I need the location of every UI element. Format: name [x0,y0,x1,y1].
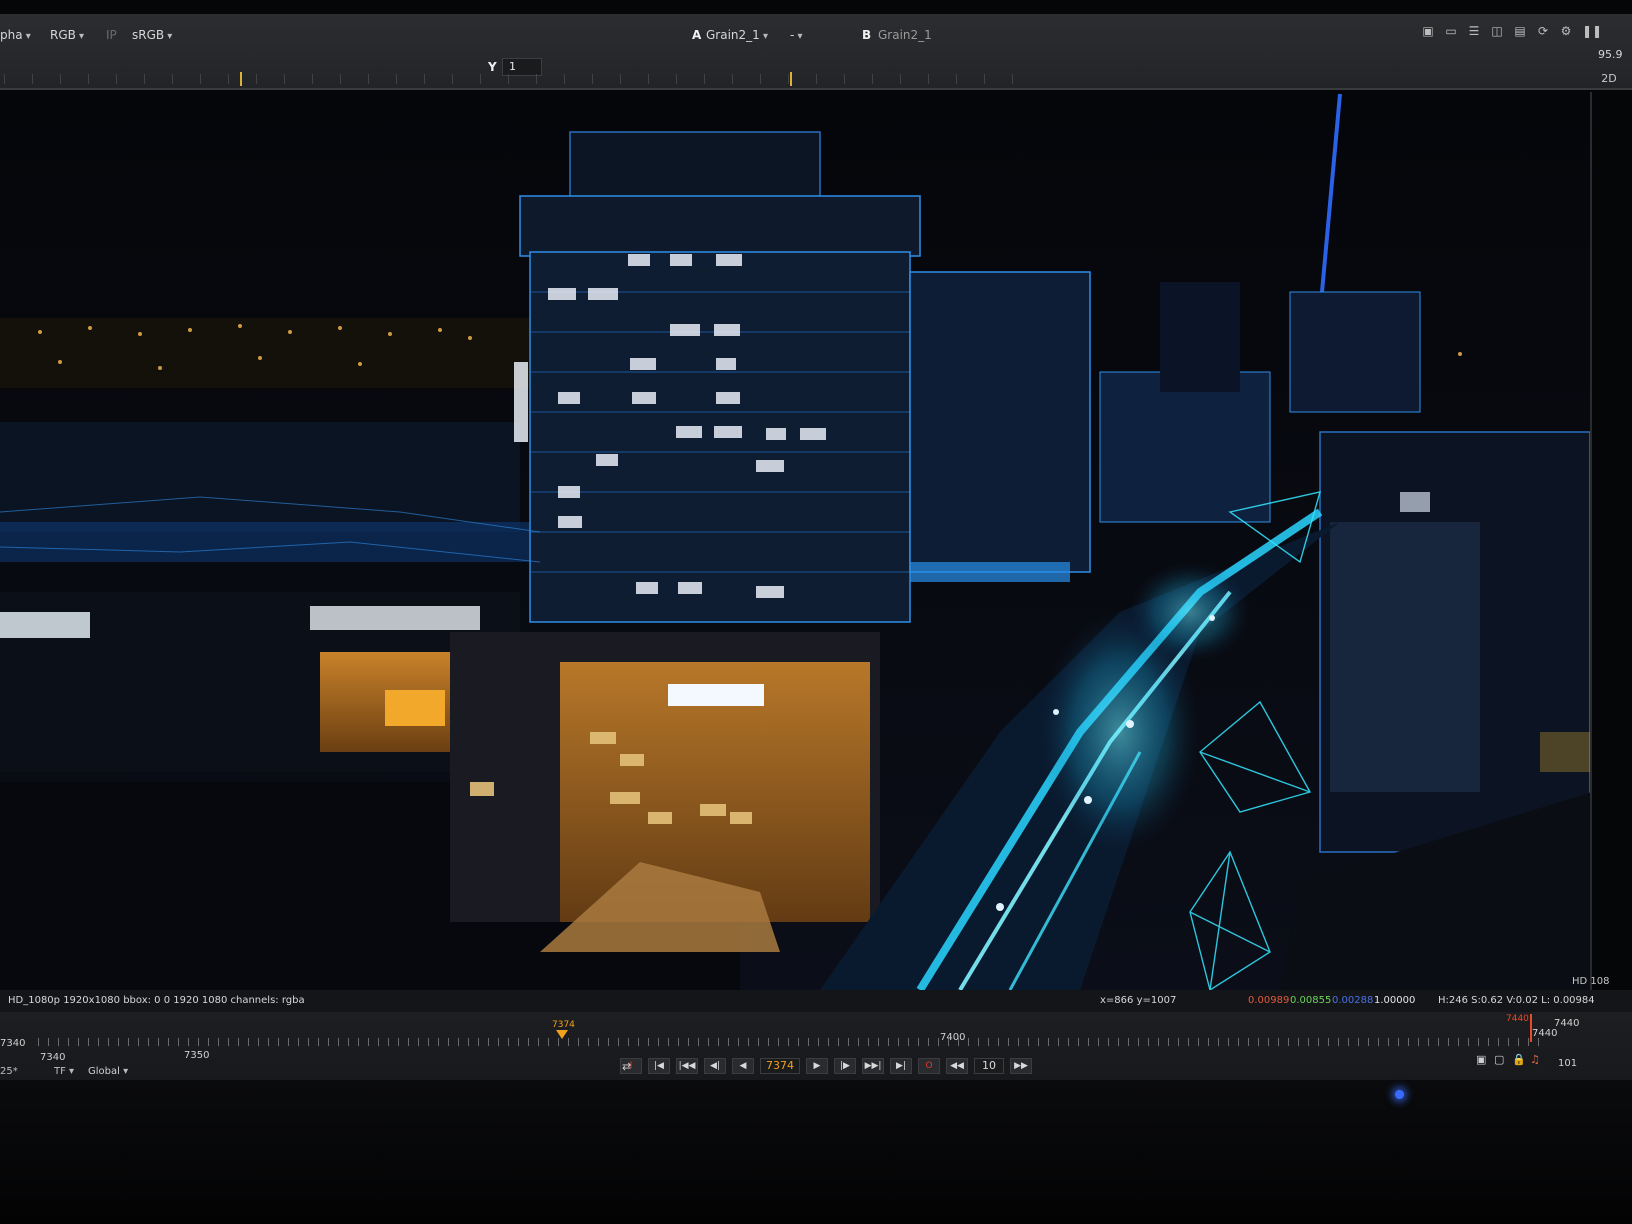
play-backward-button[interactable]: ◀ [732,1058,754,1074]
out-point-label: 7440 [1506,1014,1529,1024]
tick-label-end: 7440 [1532,1028,1558,1039]
cache-icon[interactable]: ▣ [1476,1054,1488,1066]
previous-keyframe-button[interactable]: |◀◀ [676,1058,698,1074]
gain-gamma-ruler[interactable] [4,74,1040,84]
toolbar-icon-group: ▣ ▭ ☰ ◫ ▤ ⟳ ⚙ ❚❚ [1421,24,1602,38]
colorspace-dropdown[interactable]: sRGB [132,28,172,42]
viewer-toolbar: pha RGB IP sRGB A Grain2_1 - B Grain2_1 … [0,14,1632,90]
last-frame-button[interactable]: ▶| [890,1058,912,1074]
tick-label-7350: 7350 [184,1050,210,1061]
frame-end-field[interactable]: 7440 [1554,1018,1579,1029]
lut-icon[interactable]: ▤ [1513,24,1527,38]
play-forward-button[interactable]: ▶ [806,1058,828,1074]
green-channel-value: 0.00855 [1290,995,1332,1006]
frame-range-count: 101 [1558,1058,1578,1069]
red-channel-value: 0.00989 [1248,995,1290,1006]
timeline-panel: 7374 7440 7340 7340 7350 7400 7440 7440 … [0,1012,1632,1080]
roi-icon[interactable]: ▣ [1421,24,1435,38]
rgb-channel-dropdown[interactable]: RGB [50,28,84,42]
input-a-letter: A [692,28,702,42]
current-frame-label: 7374 [552,1020,575,1030]
viewer-image [0,92,1590,990]
proxy-toggle-icon[interactable]: ▢ [1494,1054,1506,1066]
cursor-coordinates: x=866 y=1007 [1100,995,1177,1006]
alpha-channel-value: 1.00000 [1374,995,1416,1006]
playback-controls: I |◀ |◀◀ ◀| ◀ 7374 ▶ |▶ ▶▶| ▶| O ◀◀ 10 ▶… [620,1058,1032,1074]
monitor-power-led [1395,1090,1404,1099]
monitor-bezel [0,1080,1632,1224]
frame-increment-field[interactable]: 10 [974,1058,1004,1074]
alpha-channel-dropdown[interactable]: pha [0,28,31,42]
toolbar-row-channels: pha RGB IP sRGB A Grain2_1 - B Grain2_1 [0,24,1632,52]
fps-field[interactable]: 25* [0,1066,18,1077]
pause-icon[interactable]: ❚❚ [1582,24,1602,38]
step-back-button[interactable]: ◀| [704,1058,726,1074]
tf-dropdown[interactable]: TF [54,1066,74,1077]
input-b-letter: B [862,28,872,42]
set-out-point-button[interactable]: O [918,1058,940,1074]
skip-back-increment-button[interactable]: ◀◀ [946,1058,968,1074]
ip-toggle[interactable]: IP [106,28,117,42]
pixel-info-bar: HD 108 HD_1080p 1920x1080 bbox: 0 0 1920… [0,976,1632,1012]
input-a-dropdown[interactable]: Grain2_1 [706,28,768,42]
hsv-info: H:246 S:0.62 V:0.02 L: 0.00984 [1438,995,1595,1006]
step-forward-button[interactable]: |▶ [834,1058,856,1074]
timeline-icon-group: ▣ ▢ 🔒 ♫ [1476,1054,1542,1066]
blue-channel-value: 0.00288 [1332,995,1374,1006]
format-info: HD_1080p 1920x1080 bbox: 0 0 1920 1080 c… [8,995,305,1006]
format-short-label: HD 108 [1572,976,1610,987]
audio-icon[interactable]: ♫ [1530,1054,1542,1066]
gain-slider-marker[interactable] [240,72,242,86]
view-mode-label[interactable]: 2D [1592,72,1626,85]
current-frame-field[interactable]: 7374 [760,1058,800,1074]
timeline-scrubber[interactable] [38,1038,1546,1046]
refresh-icon[interactable]: ⟳ [1536,24,1550,38]
skip-forward-increment-button[interactable]: ▶▶ [1010,1058,1032,1074]
gear-icon[interactable]: ⚙ [1559,24,1573,38]
lock-icon[interactable]: 🔒 [1512,1054,1526,1066]
overlay-icon[interactable]: ◫ [1490,24,1504,38]
composite-op-dropdown[interactable]: - [790,28,850,42]
y-label: Y [488,60,497,74]
tick-label-start: 7340 [40,1052,66,1063]
first-frame-button[interactable]: |◀ [648,1058,670,1074]
gamma-slider-marker[interactable] [790,72,792,86]
frame-start-field[interactable]: 7340 [0,1038,25,1049]
viewer-canvas[interactable] [0,92,1592,990]
loop-mode-icon[interactable]: ⇄ [622,1060,631,1073]
proxy-icon[interactable]: ▭ [1444,24,1458,38]
next-keyframe-button[interactable]: ▶▶| [862,1058,884,1074]
range-scope-dropdown[interactable]: Global [88,1066,128,1077]
tick-label-7400: 7400 [940,1032,966,1043]
input-b-dropdown[interactable]: Grain2_1 [878,28,932,42]
wipe-icon[interactable]: ☰ [1467,24,1481,38]
